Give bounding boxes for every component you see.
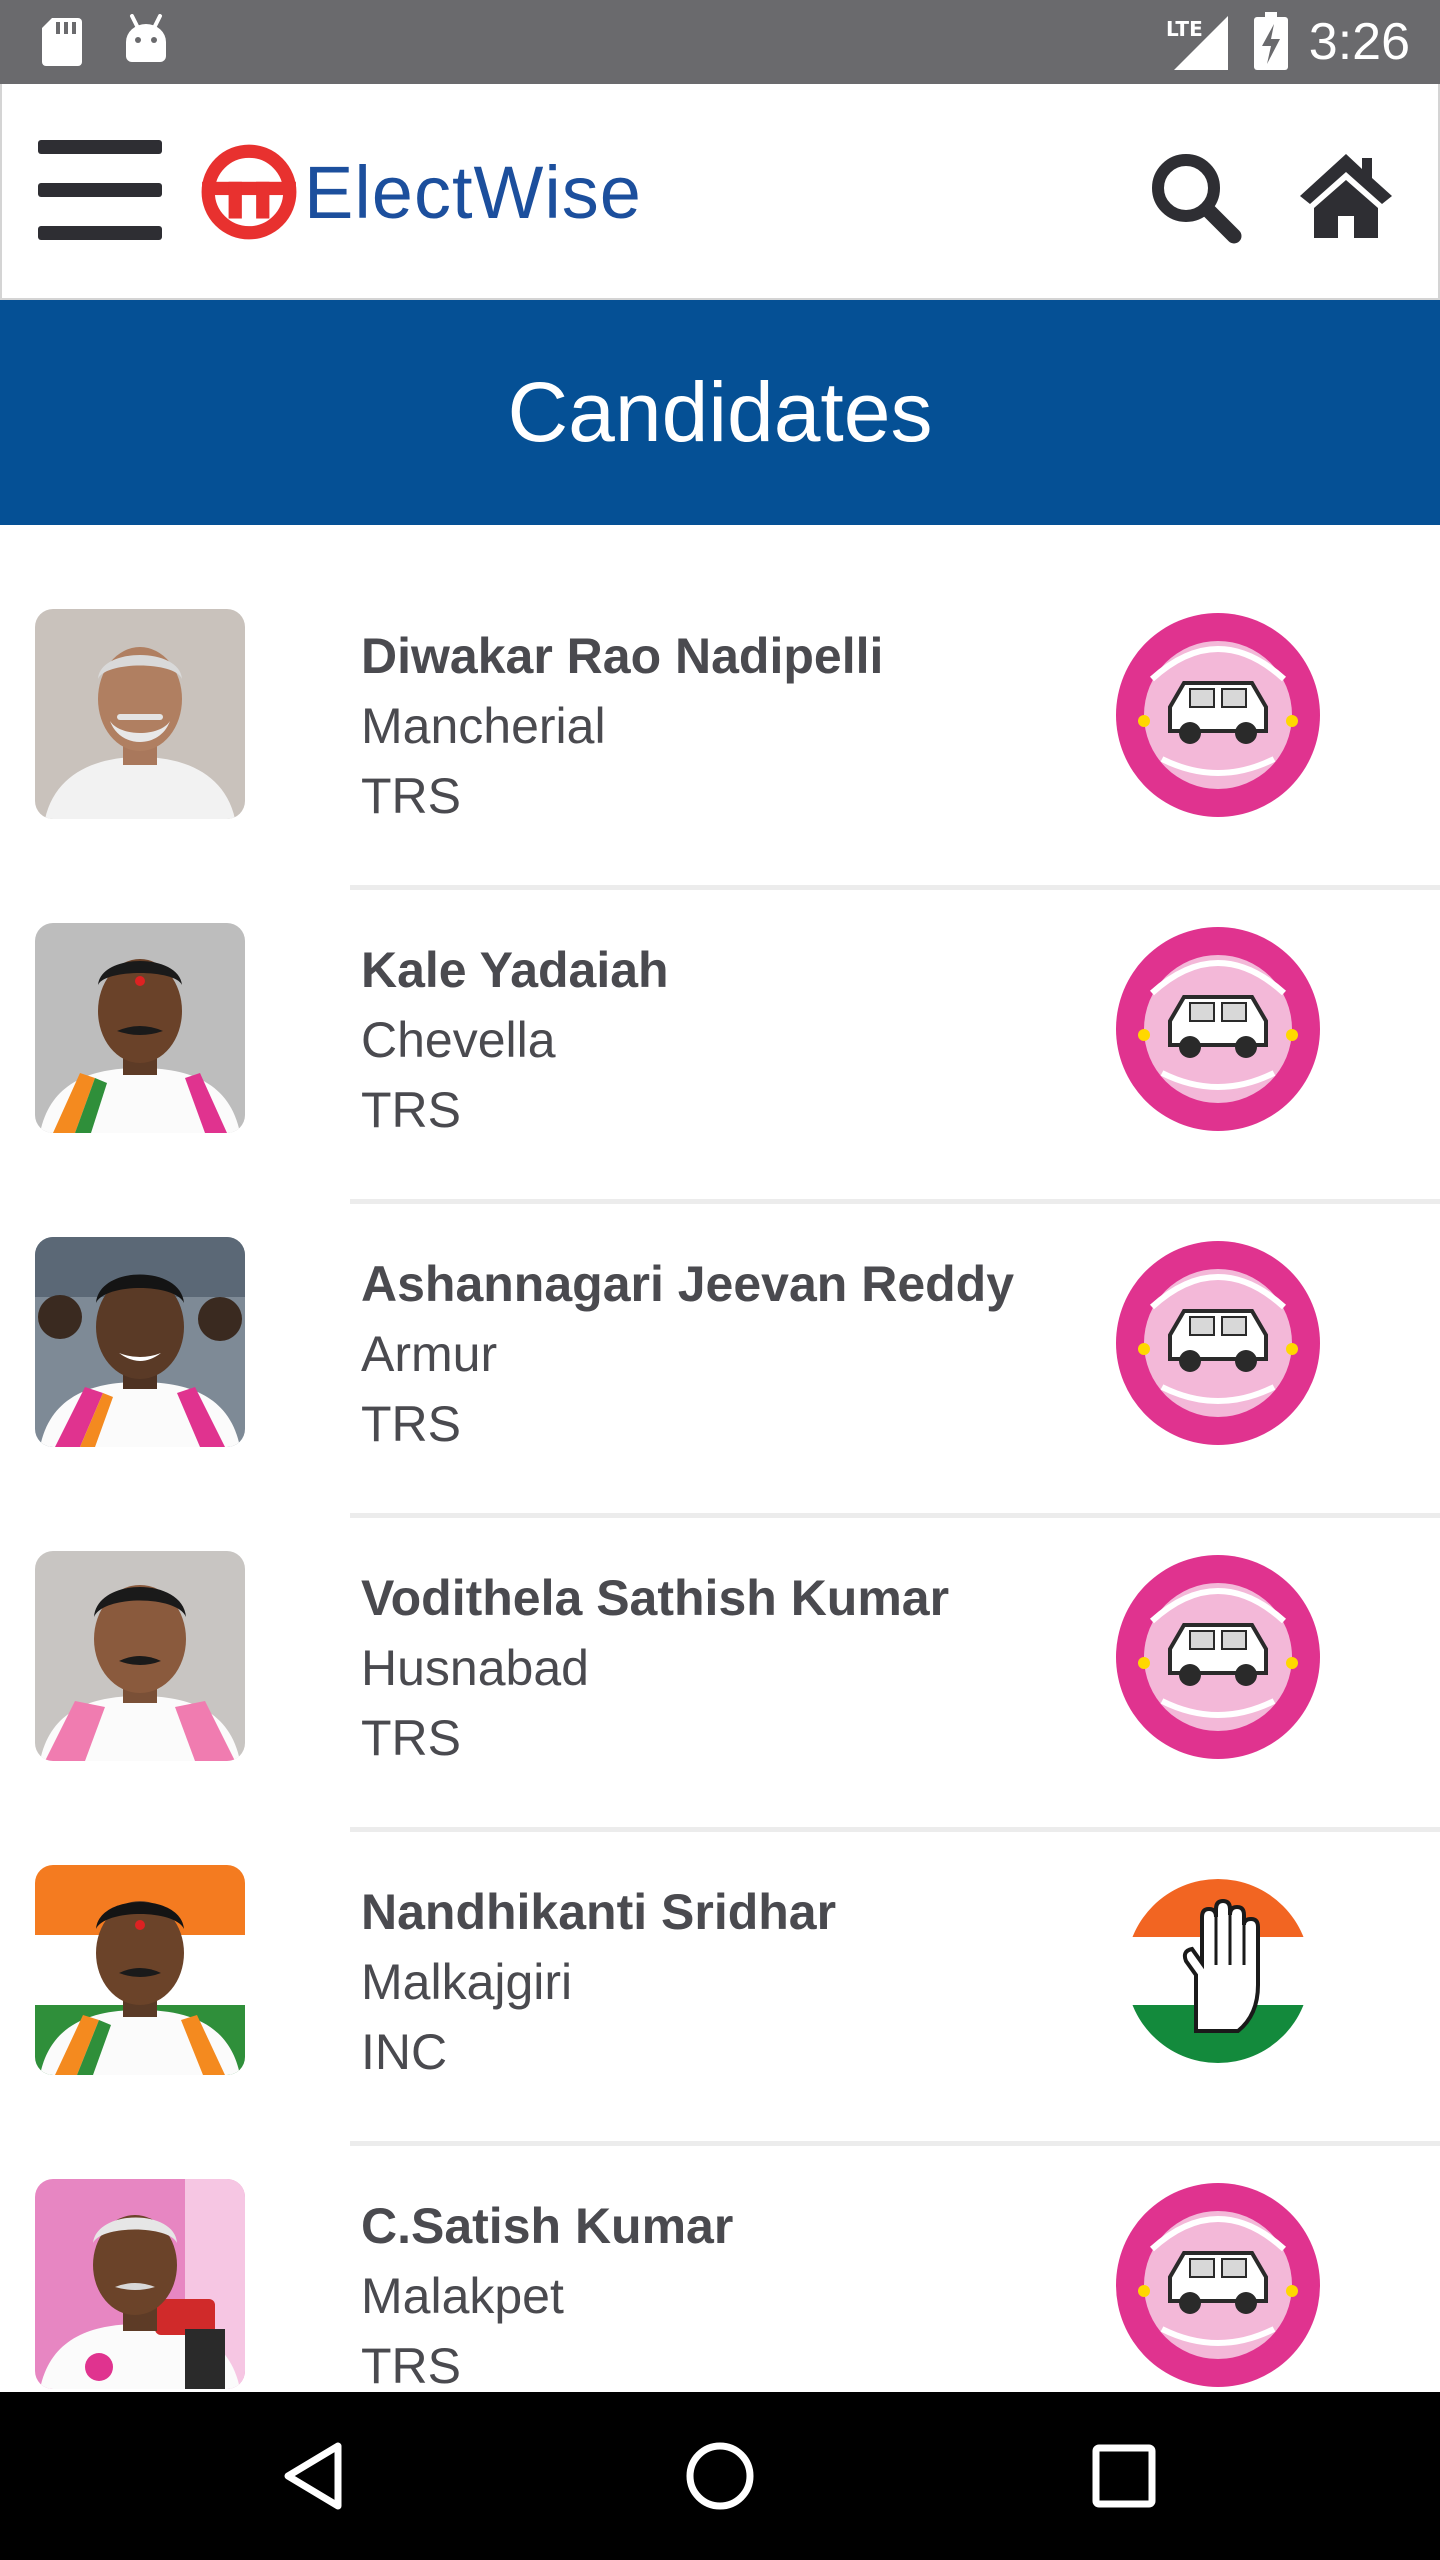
candidate-photo	[35, 609, 245, 819]
home-icon	[1300, 154, 1392, 238]
status-bar: LTE 3:26	[0, 0, 1440, 84]
candidate-row[interactable]: C.Satish Kumar Malakpet TRS	[0, 2095, 1440, 2392]
back-triangle-icon	[284, 2442, 342, 2510]
candidate-constituency: Malakpet	[361, 2268, 564, 2324]
trs-car-logo-icon	[1116, 927, 1320, 1131]
candidate-photo-image	[35, 609, 245, 819]
candidate-party: INC	[361, 2024, 448, 2080]
hamburger-menu-icon	[38, 140, 162, 154]
candidate-party: TRS	[361, 768, 461, 824]
candidate-photo	[35, 2179, 245, 2389]
candidate-constituency: Armur	[361, 1326, 498, 1382]
candidate-photo-image	[35, 1865, 245, 2075]
candidate-list[interactable]: Diwakar Rao Nadipelli Mancherial TRS Kal…	[0, 525, 1440, 2392]
logo-text: ElectWise	[304, 150, 642, 234]
recents-square-icon	[1092, 2444, 1156, 2508]
candidate-row[interactable]: Diwakar Rao Nadipelli Mancherial TRS	[0, 525, 1440, 890]
back-button[interactable]	[276, 2436, 356, 2516]
search-button[interactable]	[1148, 150, 1244, 246]
android-debug-icon	[126, 14, 166, 62]
candidate-name: C.Satish Kumar	[361, 2198, 734, 2254]
candidate-party: TRS	[361, 1396, 461, 1452]
clock: 3:26	[1308, 13, 1410, 71]
app-bar: ElectWise	[0, 84, 1440, 300]
trs-car-logo-icon	[1116, 1555, 1320, 1759]
candidate-photo-image	[35, 1551, 245, 1761]
candidate-photo	[35, 923, 245, 1133]
home-circle-icon	[686, 2442, 754, 2510]
sd-card-icon	[42, 18, 82, 66]
candidate-photo	[35, 1551, 245, 1761]
candidate-row[interactable]: Ashannagari Jeevan Reddy Armur TRS	[0, 1153, 1440, 1518]
candidate-constituency: Malkajgiri	[361, 1954, 573, 2010]
lte-signal-icon: LTE	[1166, 16, 1228, 70]
home-nav-button[interactable]	[680, 2436, 760, 2516]
candidate-constituency: Husnabad	[361, 1640, 589, 1696]
candidate-photo-image	[35, 2179, 245, 2389]
candidate-row[interactable]: Vodithela Sathish Kumar Husnabad TRS	[0, 1467, 1440, 1832]
candidate-party: TRS	[361, 1710, 461, 1766]
candidate-name: Ashannagari Jeevan Reddy	[361, 1256, 1015, 1312]
candidate-photo-image	[35, 923, 245, 1133]
system-nav-bar	[0, 2392, 1440, 2560]
battery-charging-icon	[1254, 12, 1288, 70]
page-title: Candidates	[507, 365, 933, 459]
trs-car-logo-icon	[1116, 613, 1320, 817]
candidate-row[interactable]: Kale Yadaiah Chevella TRS	[0, 839, 1440, 1204]
candidate-photo-image	[35, 1237, 245, 1447]
candidate-photo	[35, 1865, 245, 2075]
candidate-name: Vodithela Sathish Kumar	[361, 1570, 950, 1626]
candidate-name: Nandhikanti Sridhar	[361, 1884, 837, 1940]
trs-car-logo-icon	[1116, 1241, 1320, 1445]
app-logo: ElectWise	[198, 140, 642, 244]
candidate-name: Diwakar Rao Nadipelli	[361, 628, 884, 684]
network-label: LTE	[1166, 17, 1203, 41]
candidate-constituency: Mancherial	[361, 698, 606, 754]
menu-line	[38, 183, 162, 197]
candidate-party: TRS	[361, 2338, 461, 2392]
candidate-name: Kale Yadaiah	[361, 942, 669, 998]
inc-hand-logo-icon	[1126, 1879, 1310, 2063]
page-header: Candidates	[0, 300, 1440, 525]
candidate-constituency: Chevella	[361, 1012, 556, 1068]
search-icon	[1152, 154, 1242, 244]
candidate-party: TRS	[361, 1082, 461, 1138]
menu-line	[38, 226, 162, 240]
menu-button[interactable]	[38, 140, 162, 244]
candidate-photo	[35, 1237, 245, 1447]
electwise-logo-icon	[201, 144, 297, 240]
trs-car-logo-icon	[1116, 2183, 1320, 2387]
recents-button[interactable]	[1084, 2436, 1164, 2516]
candidate-row[interactable]: Nandhikanti Sridhar Malkajgiri INC	[0, 1781, 1440, 2146]
home-button[interactable]	[1298, 150, 1394, 240]
